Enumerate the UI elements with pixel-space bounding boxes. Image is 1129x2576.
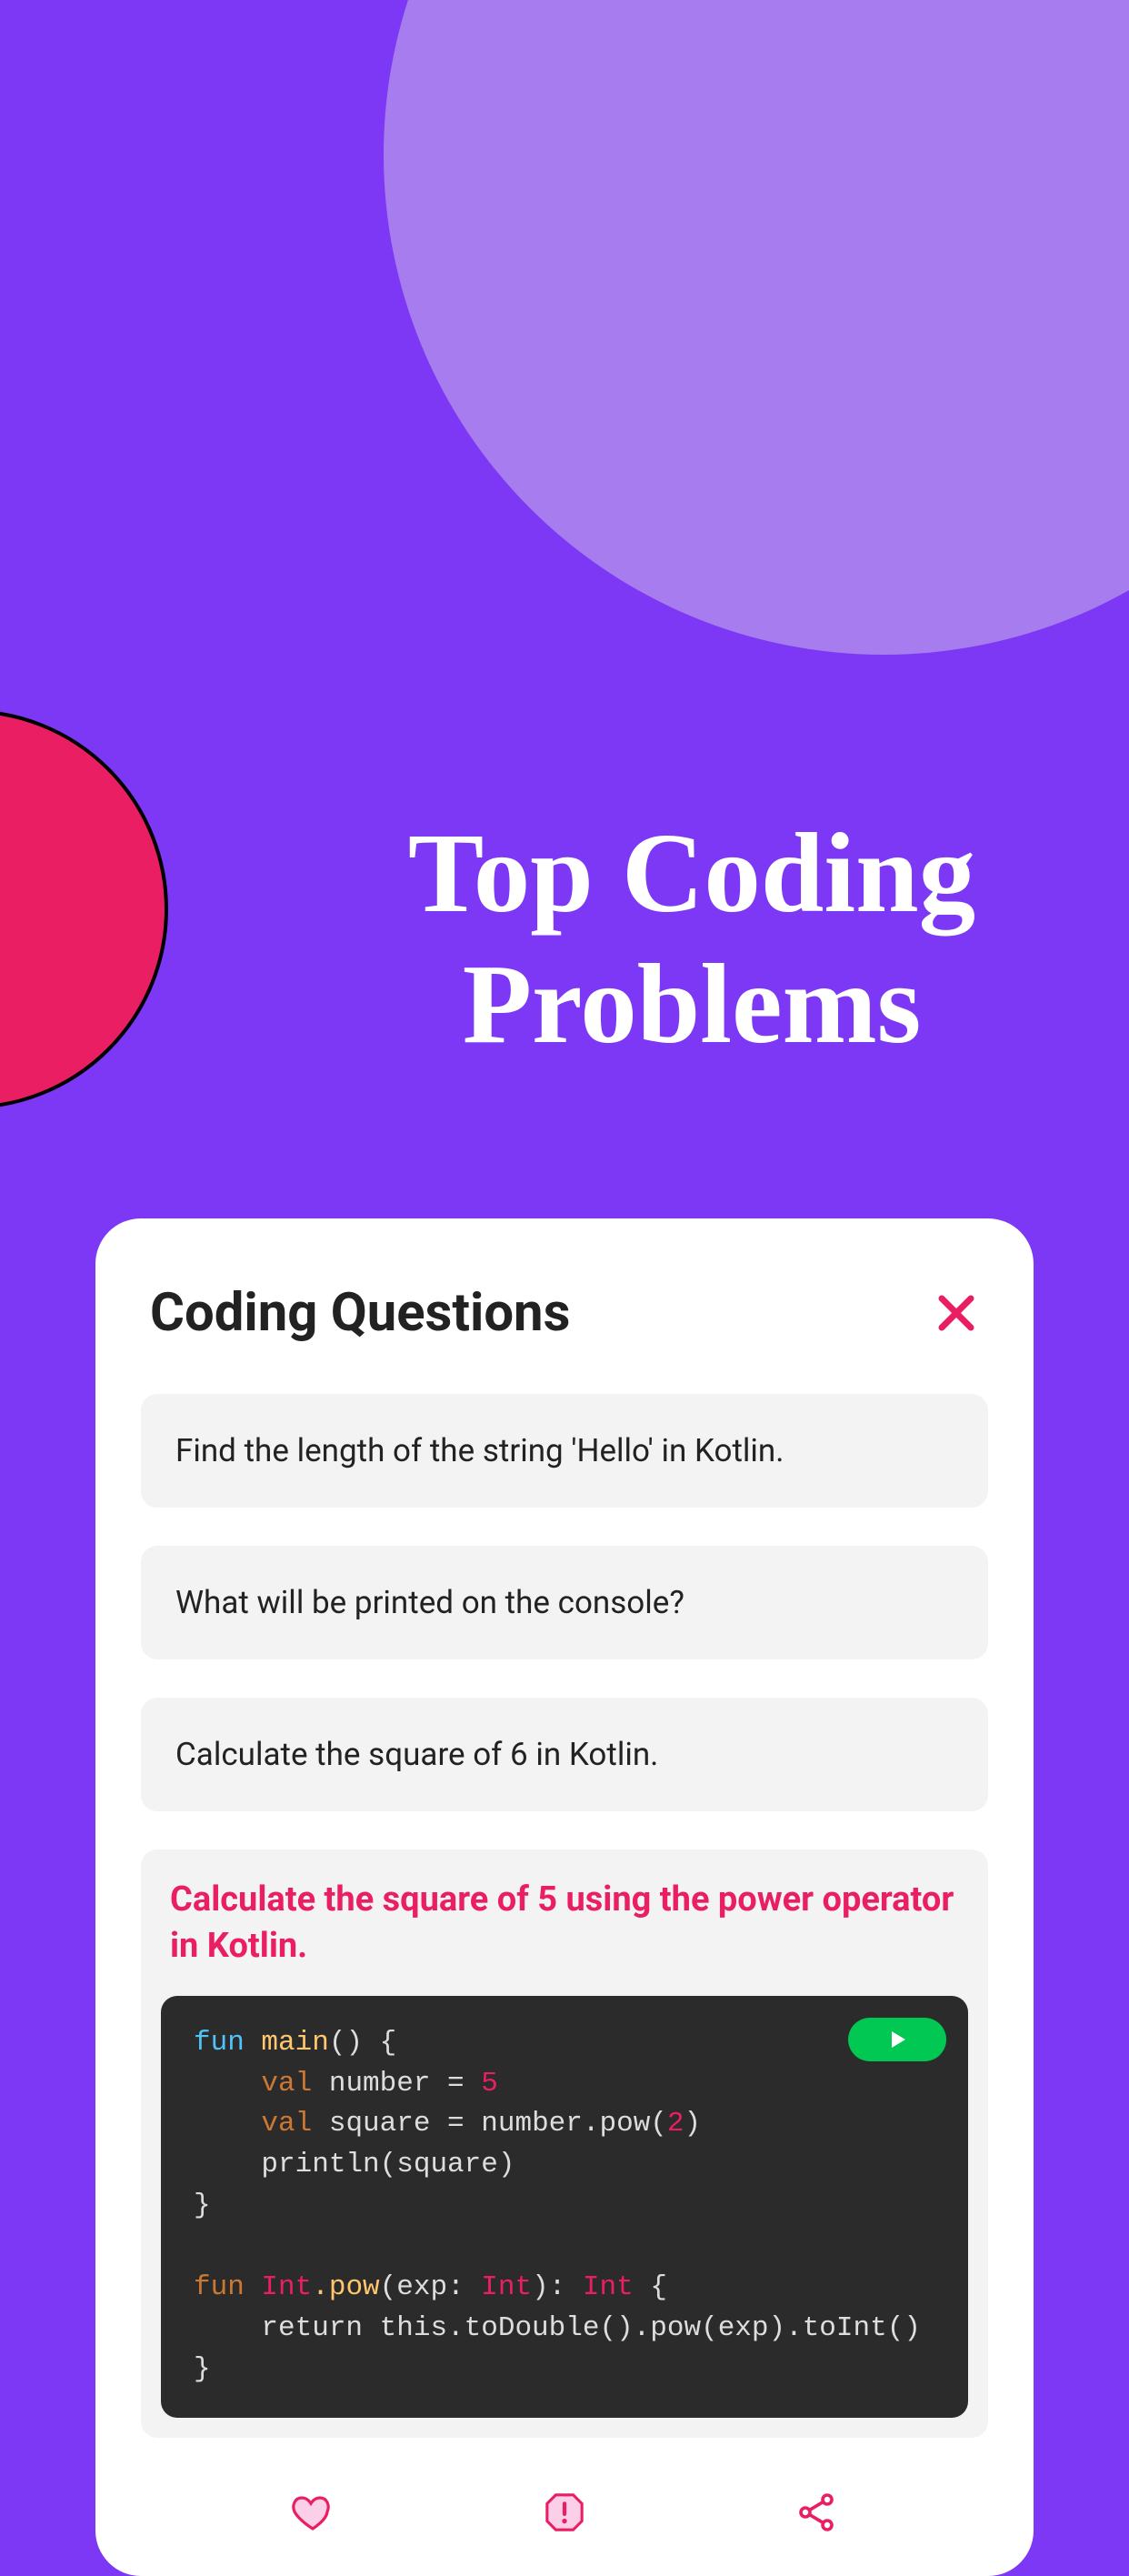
code-token: main bbox=[261, 2027, 328, 2059]
code-token: ) bbox=[684, 2108, 702, 2140]
code-token: 2 bbox=[667, 2108, 684, 2140]
bottom-actions bbox=[141, 2476, 988, 2540]
code-token: println(square) bbox=[194, 2149, 515, 2180]
question-item[interactable]: Calculate the square of 6 in Kotlin. bbox=[141, 1698, 988, 1811]
question-text: Calculate the square of 6 in Kotlin. bbox=[175, 1736, 658, 1773]
code-token: Int bbox=[583, 2271, 634, 2303]
favorite-button[interactable] bbox=[285, 2485, 340, 2540]
share-icon bbox=[794, 2491, 838, 2534]
report-button[interactable] bbox=[537, 2485, 592, 2540]
code-token: return this.toDouble().pow(exp).toInt() bbox=[194, 2312, 921, 2344]
question-item[interactable]: Find the length of the string 'Hello' in… bbox=[141, 1394, 988, 1508]
heart-icon bbox=[291, 2491, 335, 2534]
question-item-expanded: Calculate the square of 5 using the powe… bbox=[141, 1849, 988, 2438]
hero-title: Top Coding Problems bbox=[0, 809, 1129, 1071]
code-token: 5 bbox=[481, 2068, 498, 2100]
code-token: number = bbox=[312, 2068, 481, 2100]
close-icon bbox=[936, 1293, 976, 1333]
code-token: val bbox=[261, 2108, 312, 2140]
code-token: fun bbox=[194, 2271, 245, 2303]
report-icon bbox=[544, 2491, 585, 2533]
code-token: { bbox=[634, 2271, 667, 2303]
code-token: } bbox=[194, 2353, 211, 2385]
decorative-circle-light bbox=[384, 0, 1129, 655]
code-token: fun bbox=[194, 2027, 245, 2059]
code-token: (exp: bbox=[380, 2271, 482, 2303]
card-header: Coding Questions bbox=[141, 1282, 988, 1344]
expanded-question-title: Calculate the square of 5 using the powe… bbox=[161, 1877, 968, 1970]
code-token: ): bbox=[532, 2271, 583, 2303]
close-button[interactable] bbox=[934, 1290, 979, 1336]
question-text: What will be printed on the console? bbox=[175, 1584, 684, 1621]
code-token: val bbox=[261, 2068, 312, 2100]
run-button[interactable] bbox=[848, 2018, 946, 2061]
code-token: () { bbox=[329, 2027, 396, 2059]
code-block: fun main() { val number = 5 val square =… bbox=[161, 1996, 968, 2418]
question-item[interactable]: What will be printed on the console? bbox=[141, 1546, 988, 1659]
code-token: Int bbox=[481, 2271, 532, 2303]
play-icon bbox=[887, 2030, 907, 2050]
questions-card: Coding Questions Find the length of the … bbox=[95, 1218, 1034, 2576]
code-token: Int bbox=[261, 2271, 312, 2303]
question-text: Find the length of the string 'Hello' in… bbox=[175, 1432, 784, 1469]
card-title: Coding Questions bbox=[150, 1282, 570, 1344]
code-token: square = number.pow( bbox=[312, 2108, 667, 2140]
code-token: .pow bbox=[312, 2271, 379, 2303]
code-token: } bbox=[194, 2190, 211, 2221]
share-button[interactable] bbox=[789, 2485, 844, 2540]
